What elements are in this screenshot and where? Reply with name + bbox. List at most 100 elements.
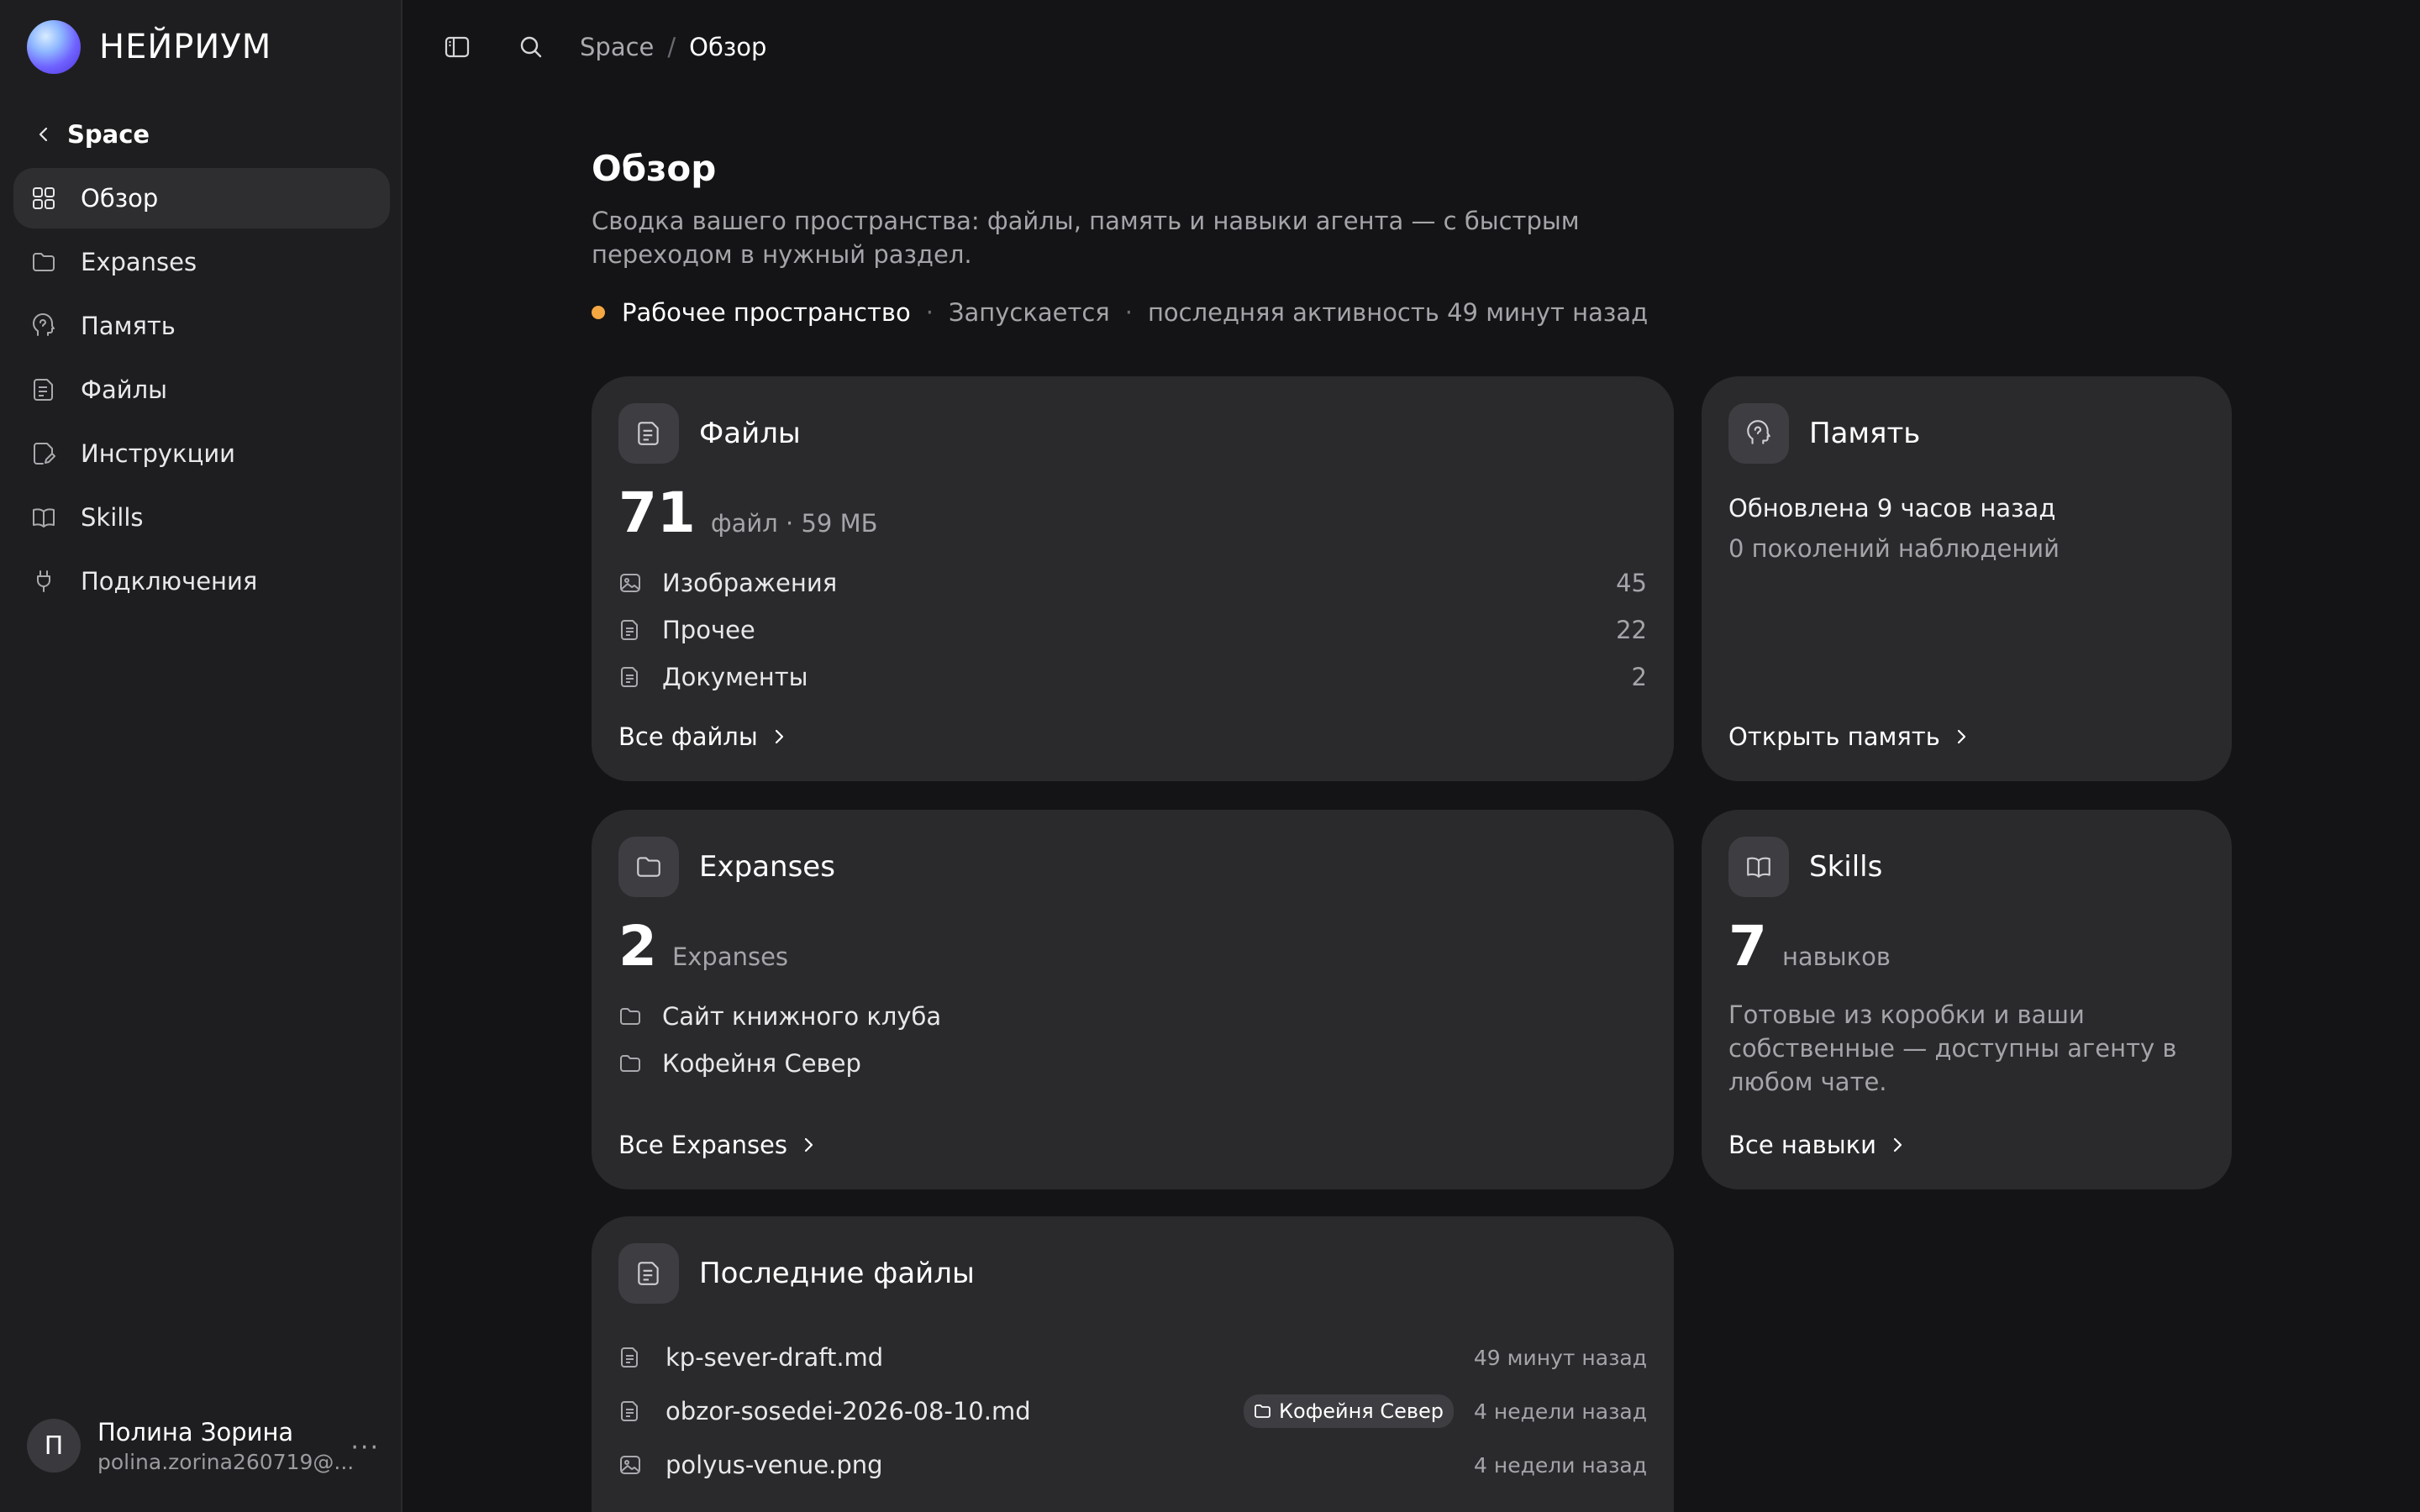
back-link-label: Space xyxy=(67,120,150,149)
brand-name: НЕЙРИУМ xyxy=(99,28,272,66)
sidebar-item-label: Skills xyxy=(81,503,144,532)
more-options-icon[interactable]: ··· xyxy=(350,1433,380,1462)
search-icon[interactable] xyxy=(516,32,546,62)
plug-icon xyxy=(37,570,50,592)
file-icon xyxy=(621,667,638,687)
sidebar-item-label: Подключения xyxy=(81,567,258,596)
sidebar-item-memory[interactable]: Память xyxy=(13,296,390,356)
brand[interactable]: НЕЙРИУМ xyxy=(27,20,271,74)
memory-card: Память Обновлена 9 часов назад 0 поколен… xyxy=(1702,376,2232,781)
sidebar-item-overview[interactable]: Обзор xyxy=(13,168,390,228)
list-item[interactable]: Документы 2 xyxy=(618,654,1647,701)
main-content: Обзор Сводка вашего пространства: файлы,… xyxy=(592,148,2232,327)
breadcrumb-space[interactable]: Space xyxy=(580,33,654,61)
recent-files-card: Последние файлы kp-sever-draft.md 49 мин… xyxy=(592,1216,1674,1512)
sidebar-item-label: Expanses xyxy=(81,248,197,276)
list-item[interactable]: Кофейня Север xyxy=(618,1040,1647,1087)
breadcrumb-separator: / xyxy=(667,33,676,61)
expanse-tag-label: Кофейня Север xyxy=(1278,1399,1444,1423)
table-row[interactable]: obzor-sosedei-2026-08-10.md Кофейня Севе… xyxy=(618,1384,1647,1438)
brain-icon xyxy=(33,313,55,336)
list-item[interactable]: Сайт книжного клуба xyxy=(618,993,1647,1040)
expanse-tag[interactable]: Кофейня Север xyxy=(1243,1394,1455,1428)
status-activity: последняя активность 49 минут назад xyxy=(1147,298,1649,327)
recent-file-name: kp-sever-draft.md xyxy=(666,1343,884,1372)
sidebar-item-label: Инструкции xyxy=(81,439,236,468)
files-unit: файл · 59 МБ xyxy=(710,509,878,538)
folder-icon xyxy=(620,1008,640,1025)
memory-generations: 0 поколений наблюдений xyxy=(1728,534,2060,563)
sidebar-item-label: Обзор xyxy=(81,184,159,213)
list-item-label: Сайт книжного клуба xyxy=(662,1002,942,1031)
list-item[interactable]: Изображения 45 xyxy=(618,559,1647,606)
back-to-space-link[interactable]: Space xyxy=(34,118,150,151)
skills-card-title: Skills xyxy=(1809,850,1883,884)
status-state: Запускается xyxy=(948,298,1110,327)
files-card: Файлы 71 файл · 59 МБ Изображения 45 Про… xyxy=(592,376,1674,781)
table-row[interactable]: kp-sever-draft.md 49 минут назад xyxy=(618,1331,1647,1384)
recent-file-time: 4 недели назад xyxy=(1474,1452,1647,1478)
list-item-count: 45 xyxy=(1616,569,1647,597)
sidebar-item-files[interactable]: Файлы xyxy=(13,360,390,420)
files-card-icon xyxy=(618,403,679,464)
sidebar: НЕЙРИУМ Space Обзор Expanses Память Файл… xyxy=(0,0,402,1512)
all-skills-label: Все навыки xyxy=(1728,1131,1876,1159)
image-icon xyxy=(620,574,640,592)
status-dot xyxy=(592,306,605,319)
recent-files-card-icon xyxy=(618,1243,679,1304)
all-expanses-label: Все Expanses xyxy=(618,1131,788,1159)
chevron-right-icon xyxy=(775,729,783,744)
list-item-label: Кофейня Север xyxy=(662,1049,861,1078)
page-title: Обзор xyxy=(592,148,717,189)
files-card-title: Файлы xyxy=(699,417,801,450)
list-item-label: Документы xyxy=(662,663,808,691)
sidebar-item-connections[interactable]: Подключения xyxy=(13,551,390,612)
recent-file-name: polyus-venue.png xyxy=(666,1451,883,1479)
avatar: П xyxy=(27,1419,81,1473)
all-expanses-link[interactable]: Все Expanses xyxy=(618,1131,818,1159)
topbar: Space / Обзор xyxy=(403,0,2420,94)
files-count: 71 xyxy=(618,480,696,545)
workspace-status: Рабочее пространство · Запускается · пос… xyxy=(592,298,2232,327)
skills-unit: навыков xyxy=(1781,942,1891,971)
recent-file-name: obzor-sosedei-2026-08-10.md xyxy=(666,1397,1031,1425)
folder-icon xyxy=(1255,1404,1270,1418)
expanses-count: 2 xyxy=(618,914,657,979)
open-memory-label: Открыть память xyxy=(1728,722,1940,751)
user-profile[interactable]: П Полина Зорина polina.zorina260719@... … xyxy=(27,1417,380,1474)
expanses-card: Expanses 2 Expanses Сайт книжного клуба … xyxy=(592,810,1674,1189)
sidebar-nav: Обзор Expanses Память Файлы Инструкции S… xyxy=(13,168,390,615)
sidebar-item-skills[interactable]: Skills xyxy=(13,487,390,548)
sidebar-item-label: Память xyxy=(81,312,176,340)
list-item-count: 2 xyxy=(1631,663,1647,691)
page-description: Сводка вашего пространства: файлы, памят… xyxy=(592,207,1580,269)
chevron-right-icon xyxy=(1957,729,1965,744)
status-workspace-name: Рабочее пространство xyxy=(622,298,911,327)
sidebar-toggle-icon[interactable] xyxy=(442,32,472,62)
memory-card-icon xyxy=(1728,403,1789,464)
all-skills-link[interactable]: Все навыки xyxy=(1728,1131,1907,1159)
chevron-right-icon xyxy=(804,1137,813,1152)
list-item[interactable]: Прочее 22 xyxy=(618,606,1647,654)
memory-updated: Обновлена 9 часов назад xyxy=(1728,494,2056,522)
list-item-count: 22 xyxy=(1616,616,1647,644)
recent-file-time: 4 недели назад xyxy=(1474,1399,1647,1424)
user-name: Полина Зорина xyxy=(97,1417,294,1446)
all-files-link[interactable]: Все файлы xyxy=(618,722,788,751)
sidebar-item-expanses[interactable]: Expanses xyxy=(13,232,390,292)
chevron-right-icon xyxy=(1893,1137,1902,1152)
folder-icon xyxy=(637,857,660,877)
expanses-card-title: Expanses xyxy=(699,850,835,884)
sidebar-item-instructions[interactable]: Инструкции xyxy=(13,423,390,484)
sidebar-item-label: Файлы xyxy=(81,375,168,404)
memory-card-title: Память xyxy=(1809,417,1921,450)
open-memory-link[interactable]: Открыть память xyxy=(1728,722,1970,751)
file-icon xyxy=(34,379,53,401)
file-icon xyxy=(638,422,659,445)
chevron-left-icon xyxy=(39,127,48,142)
list-item-label: Изображения xyxy=(662,569,838,597)
brain-icon xyxy=(1747,420,1770,444)
skills-card-icon xyxy=(1728,837,1789,897)
table-row[interactable]: polyus-venue.png 4 недели назад xyxy=(618,1438,1647,1492)
book-icon xyxy=(1747,857,1770,878)
